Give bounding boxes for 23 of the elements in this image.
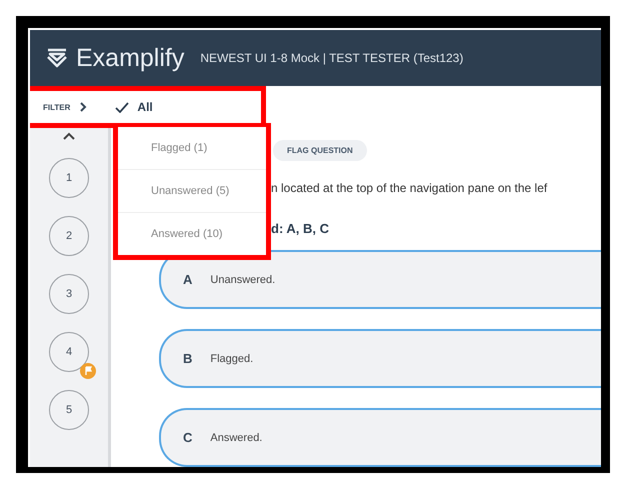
filter-option[interactable]: Flagged (1)	[118, 127, 266, 169]
filter-bar[interactable]: FILTER All	[30, 86, 266, 128]
answer-choice[interactable]: C Answered.	[159, 408, 601, 467]
answer-choice[interactable]: B Flagged.	[159, 329, 601, 388]
check-icon	[115, 102, 130, 112]
question-number[interactable]: 5	[49, 390, 89, 430]
question-number[interactable]: 1	[49, 158, 89, 198]
question-number[interactable]: 2	[49, 216, 89, 256]
question-number[interactable]: 4	[49, 332, 89, 372]
filter-label: FILTER	[43, 102, 70, 112]
filter-current[interactable]: All	[115, 100, 153, 114]
question-text: n located at the top of the navigation pane on the lef	[271, 181, 548, 195]
question-number[interactable]: 3	[49, 274, 89, 314]
answer-line: d: A, B, C	[271, 221, 330, 236]
logo-icon	[46, 48, 68, 68]
chevron-up-icon[interactable]	[63, 132, 75, 140]
answer-choice[interactable]: A Unanswered.	[159, 250, 601, 309]
exam-title: NEWEST UI 1-8 Mock | TEST TESTER (Test123)	[200, 51, 464, 65]
chevron-right-icon	[80, 102, 88, 112]
filter-option[interactable]: Unanswered (5)	[118, 169, 266, 212]
filter-option[interactable]: Answered (10)	[118, 212, 266, 255]
flag-question-button[interactable]: FLAG QUESTION	[273, 140, 367, 161]
app-logo: Examplify	[76, 44, 184, 72]
